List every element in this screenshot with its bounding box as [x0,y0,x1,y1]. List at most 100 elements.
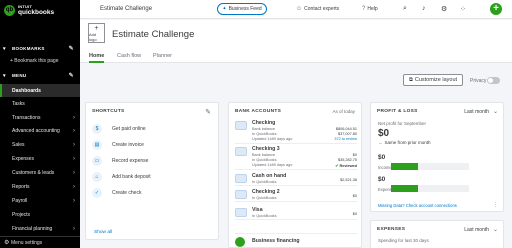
income-bar-fill [391,163,419,170]
tab-cash-flow[interactable]: Cash flow [117,53,141,63]
chevron-right-icon: › [73,141,75,148]
bank-account-row[interactable]: Checking Bank balance $806,044.51 In Qui… [235,120,357,144]
check-connections-link[interactable]: Missing Data? Check account connections [378,203,457,208]
sidebar-item-reports[interactable]: Reports › [0,180,80,193]
sidebar: qb INTUIT quickbooks ▾ BOOKMARKS ✎ + Boo… [0,0,80,248]
menu-label: MENU [12,73,27,78]
quickbooks-logo-icon: qb [4,4,15,16]
business-feed-button[interactable]: ✦ Business Feed [217,3,267,15]
privacy-label: Privacy [470,78,487,84]
more-options-icon[interactable]: ⋮ [493,202,498,208]
bank-account-row[interactable]: Visa In QuickBooks $0 [235,207,357,220]
add-logo-button[interactable]: + Add logo [88,23,105,43]
chevron-right-icon: › [73,225,75,232]
review-link[interactable]: 372 to review [334,137,357,141]
bank-accounts-title: BANK ACCOUNTS [235,109,282,114]
period-select[interactable]: Last month [464,227,489,233]
sparkle-icon: ✦ [222,6,227,12]
shortcut-add-bank-deposit[interactable]: ⌂ Add bank deposit [92,170,212,184]
bank-card-icon [235,121,247,130]
sidebar-item-sales[interactable]: Sales › [0,138,80,151]
sidebar-item-dashboards[interactable]: Dashboards [0,84,80,97]
new-button[interactable]: + [490,3,502,15]
reviewed-status: ✔ Reviewed [335,164,357,168]
bank-card-icon [235,174,247,183]
sidebar-item-advanced-accounting[interactable]: Advanced accounting › [0,124,80,137]
chevron-right-icon: › [73,169,75,176]
expenses-bar[interactable] [391,185,469,192]
quickbooks-logo[interactable]: qb INTUIT quickbooks [4,4,54,16]
expenses-amount: $0 [378,176,386,183]
arrow-right-icon: → [378,140,383,145]
bank-card-icon [235,147,247,156]
edit-bookmarks-icon[interactable]: ✎ [69,45,74,52]
privacy-toggle[interactable] [487,77,500,84]
bank-card-icon [235,208,247,217]
shortcut-record-expense[interactable]: ▭ Record expense [92,154,212,168]
bank-account-row[interactable]: Checking 2 In QuickBooks $0 [235,189,357,202]
menu-settings-button[interactable]: ⚙ Menu settings [0,236,80,248]
income-bar[interactable] [391,163,469,170]
logo-brand-bottom: quickbooks [18,9,55,16]
chevron-right-icon: › [73,155,75,162]
profit-loss-card: PROFIT & LOSS Last month ⌄ Net profit fo… [370,102,504,212]
help-button[interactable]: ? Help [362,6,378,12]
money-icon: $ [92,124,102,134]
chevron-down-icon[interactable]: ⌄ [493,108,498,115]
help-icon: ? [362,6,366,12]
chevron-right-icon: › [73,114,75,121]
menu-section-header[interactable]: ▾ MENU ✎ [0,71,80,80]
company-name: Estimate Challenge [112,29,195,40]
chevron-right-icon: › [73,127,75,134]
chevron-down-icon[interactable]: ⌄ [493,226,498,233]
sidebar-item-tasks[interactable]: Tasks [0,97,80,110]
sidebar-item-payroll[interactable]: Payroll › [0,194,80,207]
contact-experts-button[interactable]: ☺ Contact experts [296,6,339,12]
expense-icon: ▭ [92,156,102,166]
customize-icon: ⧉ [408,76,413,83]
shortcuts-title: SHORTCUTS [92,109,125,114]
invoice-icon: ▤ [92,140,102,150]
settings-gear-icon[interactable]: ⚙ [441,5,447,13]
checkmark-icon: ✔ [335,164,339,168]
net-profit-value: $0 [378,128,390,139]
sidebar-item-projects[interactable]: Projects [0,208,80,221]
company-header: + Add logo Estimate Challenge Home Cash … [80,20,512,63]
apps-grid-icon[interactable]: ⁘ [460,5,466,13]
chevron-right-icon: › [73,197,75,204]
company-title: Estimate Challenge [100,6,153,12]
check-icon: ✓ [92,188,102,198]
edit-pencil-icon[interactable]: ✎ [205,108,211,116]
sidebar-item-financial-planning[interactable]: Financial planning › [0,222,80,235]
sidebar-item-transactions[interactable]: Transactions › [0,111,80,124]
bookmark-this-page-link[interactable]: + Bookmark this page [10,58,59,64]
financing-icon [235,237,245,247]
customize-layout-button[interactable]: ⧉ Customize layout [403,74,463,86]
business-financing-row[interactable]: Business financing [235,233,357,247]
expenses-subtitle: Spending for last 30 days [378,238,429,243]
bank-accounts-as-of: As of today [332,109,355,114]
shortcut-create-check[interactable]: ✓ Create check [92,186,212,200]
period-select[interactable]: Last month [464,109,489,115]
edit-menu-icon[interactable]: ✎ [69,72,74,79]
sidebar-item-customers-leads[interactable]: Customers & leads › [0,166,80,179]
collapse-arrow-icon: ▾ [3,45,6,52]
shortcuts-card: SHORTCUTS ✎ $ Get paid online ▤ Create i… [85,102,219,240]
chevron-right-icon: › [73,183,75,190]
search-icon[interactable]: ⌕ [403,5,407,13]
notifications-bell-icon[interactable]: ♪ [422,5,426,12]
bookmarks-section-header[interactable]: ▾ BOOKMARKS ✎ [0,44,80,53]
dashboard-tabs: Home Cash flow Planner [80,50,512,63]
collapse-arrow-icon: ▾ [3,72,6,79]
expenses-label: Expenses [378,187,397,192]
expenses-card: EXPENSES Last month ⌄ Spending for last … [370,220,504,248]
bank-account-row[interactable]: Checking 3 Bank balance $0 In QuickBooks… [235,146,357,170]
tab-home[interactable]: Home [89,53,105,63]
shortcut-create-invoice[interactable]: ▤ Create invoice [92,138,212,152]
bookmarks-label: BOOKMARKS [12,46,45,51]
shortcut-get-paid-online[interactable]: $ Get paid online [92,122,212,136]
tab-planner[interactable]: Planner [153,53,172,63]
bank-account-row[interactable]: Cash on hand In QuickBooks $2,521.38 [235,173,357,186]
show-all-link[interactable]: Show all [94,230,112,235]
sidebar-item-expenses[interactable]: Expenses › [0,152,80,165]
